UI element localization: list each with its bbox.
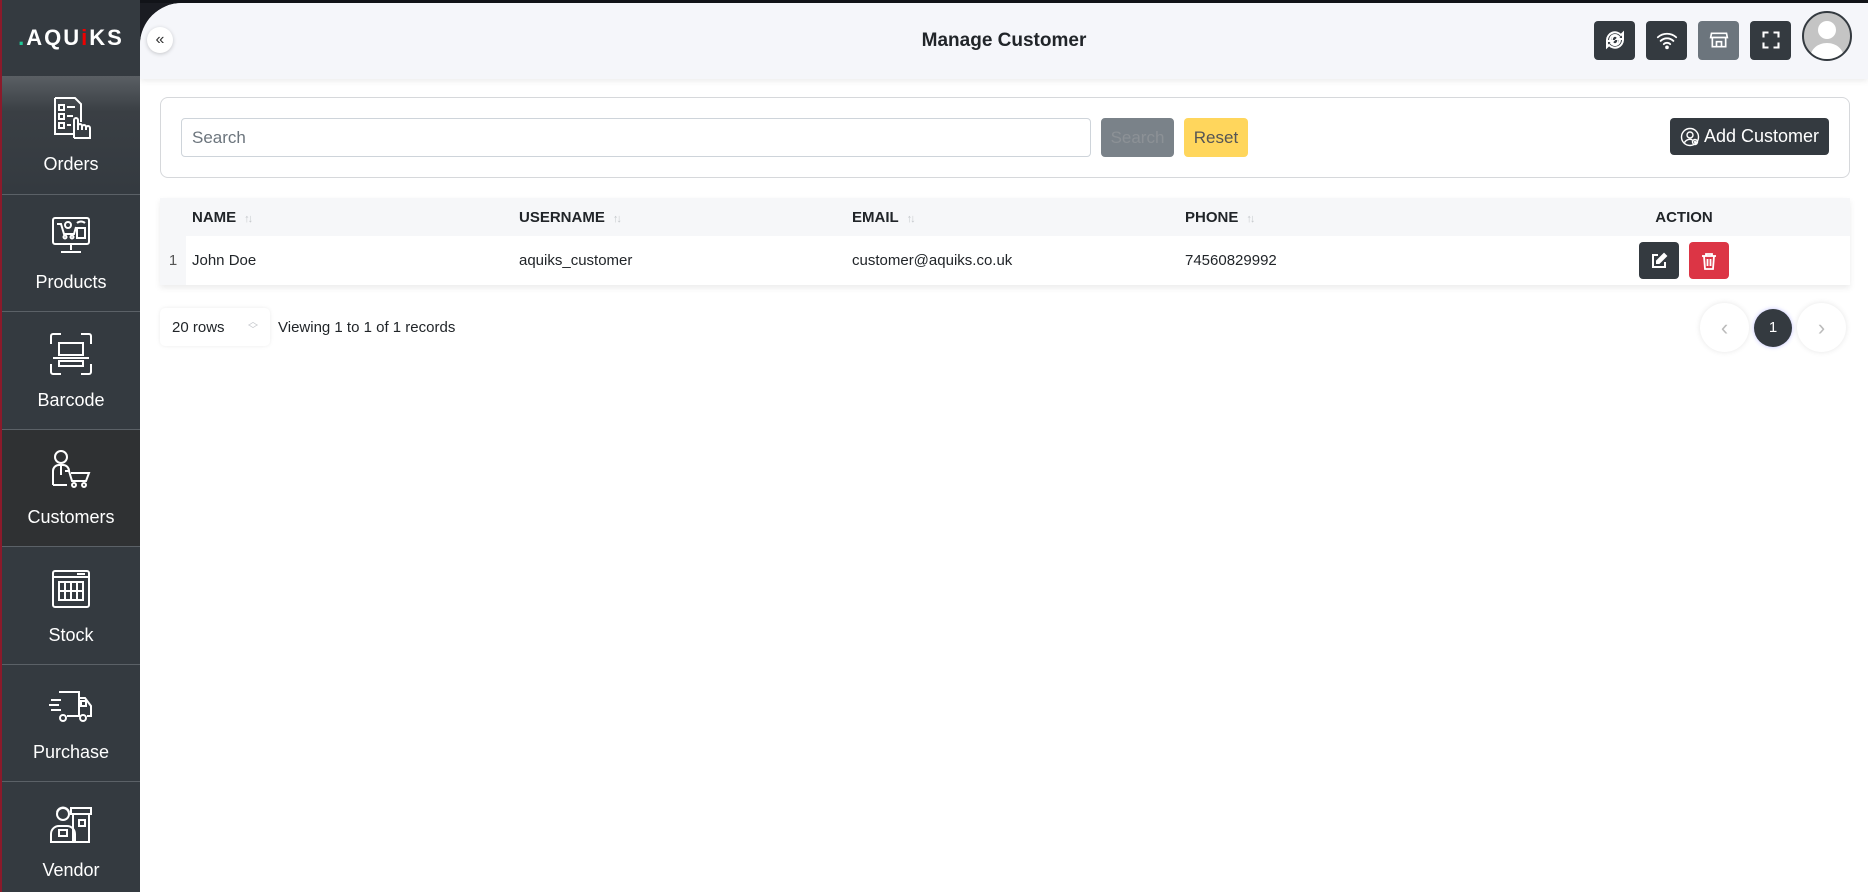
- search-button[interactable]: Search: [1101, 118, 1174, 157]
- column-header-name[interactable]: NAME ↑↓: [186, 198, 519, 236]
- column-header-action: ACTION: [1655, 208, 1713, 226]
- store-button[interactable]: [1698, 20, 1739, 60]
- collapse-sidebar-button[interactable]: «: [147, 27, 173, 53]
- sync-button[interactable]: [1594, 20, 1635, 60]
- sidebar-item-barcode[interactable]: Barcode: [2, 311, 140, 429]
- index-header: [160, 198, 186, 236]
- add-customer-label: Add Customer: [1703, 126, 1819, 146]
- cell-name: John Doe: [192, 252, 257, 269]
- customer-cart-icon: [52, 450, 91, 489]
- sidebar-item-label: Stock: [48, 624, 94, 645]
- reset-button[interactable]: Reset: [1184, 118, 1248, 157]
- sidebar-item-customers[interactable]: Customers: [2, 428, 140, 546]
- sync-icon: [1605, 30, 1624, 50]
- sort-icon[interactable]: ↑↓: [1246, 213, 1255, 225]
- prev-page-button[interactable]: ‹: [1700, 303, 1749, 352]
- user-avatar[interactable]: [1802, 11, 1852, 61]
- sidebar-item-label: Orders: [43, 154, 99, 175]
- user-silhouette-icon: [1810, 21, 1844, 59]
- rows-per-page-value: 20 rows: [172, 318, 225, 336]
- column-header-email[interactable]: EMAIL ↑↓: [852, 198, 1185, 236]
- column-header-phone[interactable]: PHONE ↑↓: [1185, 198, 1518, 236]
- sort-icon[interactable]: ↑↓: [244, 213, 253, 225]
- edit-icon: [1651, 252, 1668, 268]
- sidebar-item-label: Products: [35, 272, 107, 293]
- vendor-store-icon: [50, 806, 92, 843]
- header-actions: [1594, 11, 1852, 61]
- sidebar-item-label: Vendor: [42, 859, 100, 880]
- products-monitor-cart-icon: [52, 217, 90, 254]
- add-user-icon: [1680, 127, 1700, 146]
- table-header-row: NAME ↑↓ USERNAME ↑↓ EMAIL ↑↓ PHONE ↑↓ ACTION: [160, 198, 1850, 236]
- main-content: « Manage Customer Search Search Reset Ad…: [140, 3, 1868, 892]
- sidebar-item-label: Barcode: [37, 389, 105, 410]
- sidebar-item-purchase[interactable]: Purchase: [2, 663, 140, 782]
- edit-button[interactable]: [1638, 242, 1679, 279]
- store-icon: [1709, 32, 1728, 48]
- column-header-username[interactable]: USERNAME ↑↓: [519, 198, 852, 236]
- cell-username: aquiks_customer: [519, 252, 633, 269]
- records-summary: Viewing 1 to 1 of 1 records: [278, 318, 456, 336]
- sort-icon[interactable]: ↑↓: [907, 213, 916, 225]
- trash-icon: [1702, 252, 1717, 270]
- sort-icon[interactable]: ↑↓: [613, 213, 622, 225]
- search-panel: Search Reset Add Customer: [160, 97, 1850, 178]
- next-page-button[interactable]: ›: [1797, 303, 1846, 352]
- sidebar-item-orders[interactable]: Orders: [2, 76, 140, 194]
- chevron-double-left-icon: «: [155, 31, 165, 48]
- wifi-icon: [1656, 32, 1677, 50]
- fullscreen-icon: [1761, 31, 1780, 49]
- customer-table: NAME ↑↓ USERNAME ↑↓ EMAIL ↑↓ PHONE ↑↓ ACTION…: [160, 198, 1850, 285]
- sidebar-item-products[interactable]: Products: [2, 193, 140, 312]
- page-1-button[interactable]: 1: [1754, 308, 1792, 347]
- rows-per-page-select[interactable]: 20 rows ︿ ﹀: [160, 308, 270, 346]
- sidebar-item-vendor[interactable]: Vendor: [2, 781, 140, 892]
- fullscreen-button[interactable]: [1750, 20, 1791, 60]
- add-customer-button[interactable]: Add Customer: [1669, 118, 1829, 155]
- search-input[interactable]: [181, 118, 1091, 157]
- row-index: 1: [160, 236, 186, 285]
- sidebar: . AQU i KS Orders Products Barcode Custo…: [0, 0, 140, 892]
- sidebar-item-label: Customers: [27, 507, 115, 528]
- cell-actions: [1518, 236, 1850, 285]
- table-row: 1 John Doe aquiks_customer customer@aqui…: [160, 236, 1850, 285]
- page-title: Manage Customer: [921, 30, 1087, 51]
- cell-email: customer@aquiks.co.uk: [852, 252, 1013, 269]
- brand-logo[interactable]: . AQU i KS: [2, 0, 140, 76]
- select-arrows-icon: ︿ ﹀: [248, 317, 258, 336]
- wifi-button[interactable]: [1646, 20, 1687, 60]
- cell-phone: 74560829992: [1185, 252, 1277, 269]
- stock-grid-icon: [52, 569, 90, 608]
- sidebar-item-stock[interactable]: Stock: [2, 546, 140, 664]
- sidebar-item-label: Purchase: [32, 742, 110, 763]
- delete-button[interactable]: [1689, 242, 1730, 279]
- page-header: « Manage Customer: [140, 3, 1868, 79]
- table-footer: 20 rows ︿ ﹀ Viewing 1 to 1 of 1 records: [160, 308, 455, 346]
- orders-checklist-icon: [54, 97, 91, 140]
- purchase-truck-icon: [49, 691, 92, 723]
- barcode-scan-icon: [50, 332, 92, 375]
- pagination: ‹ 1 ›: [1700, 303, 1846, 352]
